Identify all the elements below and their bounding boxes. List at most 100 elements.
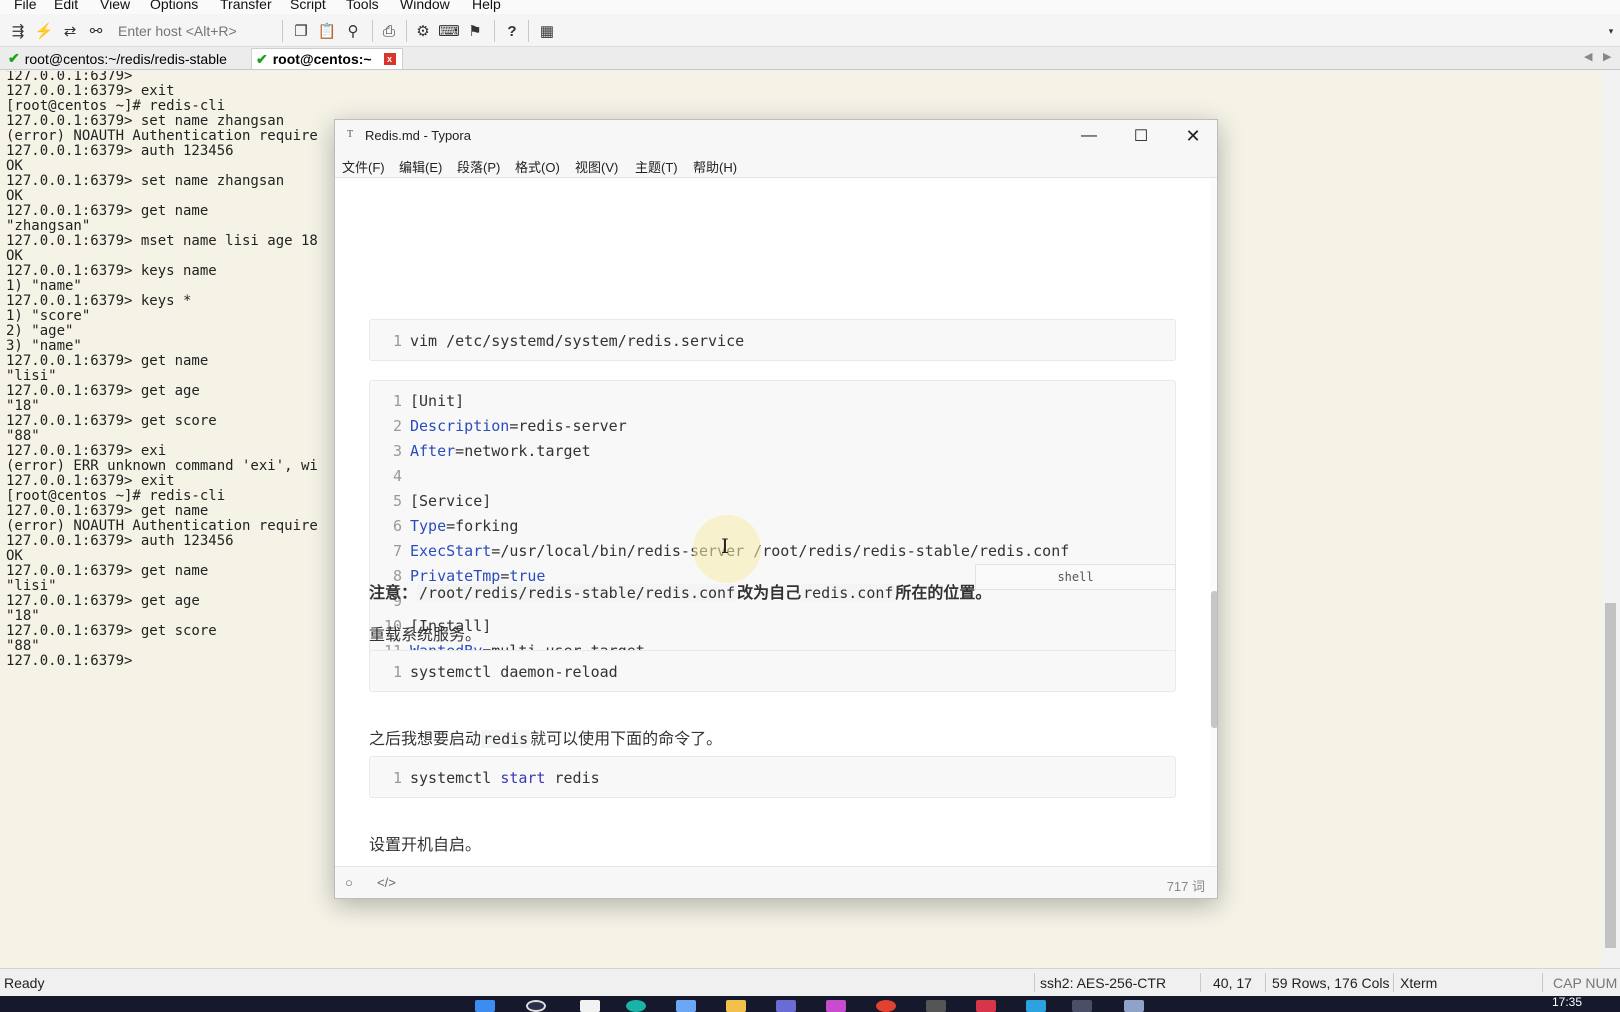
typora-titlebar[interactable]: T Redis.md - Typora — ☐ ✕ [335, 120, 1217, 152]
typora-scrollbar-thumb[interactable] [1211, 591, 1217, 728]
code-block-vim[interactable]: 1 vim /etc/systemd/system/redis.service [369, 319, 1176, 361]
code-language-selector[interactable]: shell [975, 564, 1176, 590]
terminal-line: OK [6, 548, 23, 564]
typora-app-icon: T [347, 129, 354, 140]
keymap-icon[interactable]: ⌨ [438, 22, 460, 40]
terminal-line: 127.0.0.1:6379> get score [6, 623, 217, 639]
code-line: 6 Type=forking [392, 517, 519, 535]
copy-icon[interactable]: ❐ [292, 22, 310, 40]
close-button[interactable]: ✕ [1167, 120, 1217, 152]
terminal-line: 2) "age" [6, 323, 74, 339]
taskbar-clock[interactable]: 17:35 [1552, 995, 1582, 1009]
quick-connect-icon[interactable]: ⚡ [35, 22, 54, 40]
menu-transfer[interactable]: Transfer [220, 0, 272, 12]
terminal-prompt: 127.0.0.1:6379> [6, 653, 133, 669]
settings-icon[interactable]: ⚙ [414, 22, 432, 40]
code-line: 5 [Service] [392, 492, 492, 510]
browser-icon[interactable] [626, 1000, 646, 1012]
status-separator [1542, 973, 1543, 992]
source-mode-icon[interactable]: </> [377, 875, 396, 890]
close-tab-icon[interactable]: x [383, 53, 396, 65]
autostart-paragraph: 设置开机自启。 [369, 837, 482, 854]
paste-icon[interactable]: 📋 [318, 22, 337, 40]
menu-window[interactable]: Window [400, 0, 450, 12]
app-icon[interactable] [776, 1000, 796, 1012]
code-line: 2 Description=redis-server [392, 417, 627, 435]
tab-label: root@centos:~ [272, 51, 372, 67]
status-separator [1393, 973, 1394, 992]
typora-menu-file[interactable]: 文件(F) [342, 157, 385, 176]
print-icon[interactable]: ⎙ [380, 22, 398, 40]
code-line: 1 systemctl start redis [392, 769, 600, 787]
find-icon[interactable]: ⚲ [344, 22, 362, 40]
toolbar-separator [282, 20, 283, 42]
terminal-line: 127.0.0.1:6379> get name [6, 203, 209, 219]
app-icon[interactable] [876, 1000, 896, 1012]
store-icon[interactable] [676, 1000, 696, 1012]
app-icon[interactable] [826, 1000, 846, 1012]
connected-check-icon: ✔ [256, 50, 268, 67]
text-cursor-icon: I [721, 534, 729, 558]
code-block-start-redis[interactable]: 1 systemctl start redis [369, 756, 1176, 798]
connect-icon[interactable]: ⇶ [9, 22, 27, 40]
code-block-service-file[interactable]: 1 [Unit] 2 Description=redis-server 3 After… [369, 380, 1176, 670]
connected-check-icon: ✔ [8, 50, 20, 66]
terminal-line: "zhangsan" [6, 218, 91, 234]
terminal-scrollbar[interactable] [1602, 71, 1620, 968]
toolbar-overflow-icon[interactable]: ▾ [1602, 22, 1620, 40]
map-icon[interactable]: ▦ [538, 22, 556, 40]
securecrt-taskbar-icon[interactable] [1072, 1000, 1092, 1012]
menu-file[interactable]: File [14, 0, 37, 12]
menu-help[interactable]: Help [472, 0, 501, 12]
word-count[interactable]: 717 词 [1167, 876, 1205, 895]
status-lock-keys: CAP NUM [1553, 975, 1618, 991]
app-icon[interactable] [926, 1000, 946, 1012]
disconnect-icon[interactable]: ⚯ [87, 22, 105, 40]
outline-toggle-icon[interactable]: ○ [345, 875, 353, 890]
code-line: 1 [Unit] [392, 392, 465, 410]
tab-redis-stable[interactable]: ✔ root@centos:~/redis/redis-stable [4, 48, 233, 69]
typora-menu-help[interactable]: 帮助(H) [693, 157, 737, 176]
menu-edit[interactable]: Edit [54, 0, 78, 12]
code-block-daemon-reload[interactable]: 1 systemctl daemon-reload [369, 650, 1176, 692]
maximize-button[interactable]: ☐ [1115, 120, 1167, 152]
typora-menu-theme[interactable]: 主题(T) [635, 157, 678, 176]
menu-options[interactable]: Options [150, 0, 198, 12]
terminal-line: 127.0.0.1:6379> auth 123456 [6, 533, 234, 549]
terminal-line: OK [6, 188, 23, 204]
sftp-icon[interactable]: ⚑ [466, 22, 484, 40]
inline-code-redis: redis [481, 730, 531, 748]
terminal-scrollbar-thumb[interactable] [1605, 603, 1616, 948]
host-input[interactable] [112, 21, 280, 41]
minimize-button[interactable]: — [1063, 120, 1115, 152]
menu-view[interactable]: View [100, 0, 130, 12]
tab-scroll-right-icon[interactable]: ▶ [1603, 50, 1611, 63]
start-icon[interactable] [475, 1000, 495, 1012]
toolbar-separator [528, 20, 529, 42]
typora-document[interactable]: · 1vim /etc/systemd/system/redis.service… [335, 178, 1217, 866]
search-icon[interactable] [526, 1000, 546, 1012]
typora-menu-format[interactable]: 格式(O) [515, 157, 560, 176]
menu-script[interactable]: Script [290, 0, 326, 12]
terminal-line: "18" [6, 398, 40, 414]
typora-menu-paragraph[interactable]: 段落(P) [457, 157, 500, 176]
terminal-line: OK [6, 248, 23, 264]
menu-tools[interactable]: Tools [346, 0, 379, 12]
task-view-icon[interactable] [580, 1000, 600, 1012]
file-explorer-icon[interactable] [726, 1000, 746, 1012]
typora-menu-edit[interactable]: 编辑(E) [399, 157, 442, 176]
typora-scrollbar[interactable] [1210, 178, 1217, 866]
code-line: 4 [392, 467, 402, 485]
toolbar-separator [406, 20, 407, 42]
help-icon[interactable]: ? [503, 22, 521, 40]
tab-root-home[interactable]: ✔ root@centos:~ x [251, 48, 403, 69]
reconnect-icon[interactable]: ⇄ [61, 22, 79, 40]
tab-scroll-left-icon[interactable]: ◀ [1584, 50, 1592, 63]
app-icon[interactable] [1026, 1000, 1046, 1012]
app-icon[interactable] [976, 1000, 996, 1012]
status-separator [1200, 973, 1201, 992]
typora-taskbar-icon[interactable] [1124, 1000, 1144, 1012]
status-terminal-type: Xterm [1400, 975, 1438, 991]
toolbar-separator [372, 20, 373, 42]
typora-menu-view[interactable]: 视图(V) [575, 157, 618, 176]
